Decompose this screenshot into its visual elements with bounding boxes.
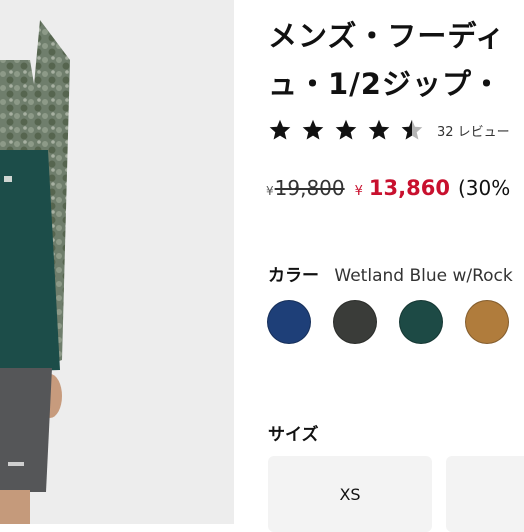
sale-price: 13,860 bbox=[368, 176, 450, 200]
rating[interactable]: 32 レビュー bbox=[268, 118, 510, 142]
product-photo bbox=[0, 0, 234, 524]
star-icon bbox=[302, 119, 324, 140]
color-label: カラー bbox=[268, 266, 319, 286]
color-selection: カラー Wetland Blue w/Rock bbox=[268, 261, 513, 286]
model-illustration bbox=[0, 0, 234, 524]
color-swatch-dark-green[interactable] bbox=[399, 300, 443, 344]
color-swatch-navy[interactable] bbox=[267, 300, 311, 344]
original-currency-symbol: ¥ bbox=[266, 184, 274, 198]
star-icon bbox=[335, 119, 357, 140]
selected-color-name: Wetland Blue w/Rock bbox=[334, 266, 513, 286]
color-swatches bbox=[267, 300, 524, 344]
product-title: メンズ・フーディ ュ・1/2ジップ・ bbox=[268, 12, 524, 108]
size-option-xs[interactable]: XS bbox=[268, 456, 432, 532]
review-count-link[interactable]: 32 レビュー bbox=[437, 121, 510, 140]
star-icon bbox=[368, 119, 390, 140]
price-block: ¥ 19,800 ¥ 13,860 (30% bbox=[266, 176, 510, 200]
product-title-line-1: メンズ・フーディ bbox=[268, 19, 506, 53]
color-swatch-charcoal[interactable] bbox=[333, 300, 377, 344]
sale-currency-symbol: ¥ bbox=[354, 184, 363, 199]
original-price: 19,800 bbox=[274, 176, 345, 200]
size-option-next[interactable] bbox=[446, 456, 524, 532]
discount-percent: (30% bbox=[457, 176, 511, 200]
size-label: サイズ bbox=[268, 425, 319, 445]
color-swatch-tan[interactable] bbox=[465, 300, 509, 344]
half-star-icon bbox=[401, 119, 423, 140]
product-title-line-2: ュ・1/2ジップ・ bbox=[268, 67, 502, 101]
star-icon bbox=[269, 119, 291, 140]
